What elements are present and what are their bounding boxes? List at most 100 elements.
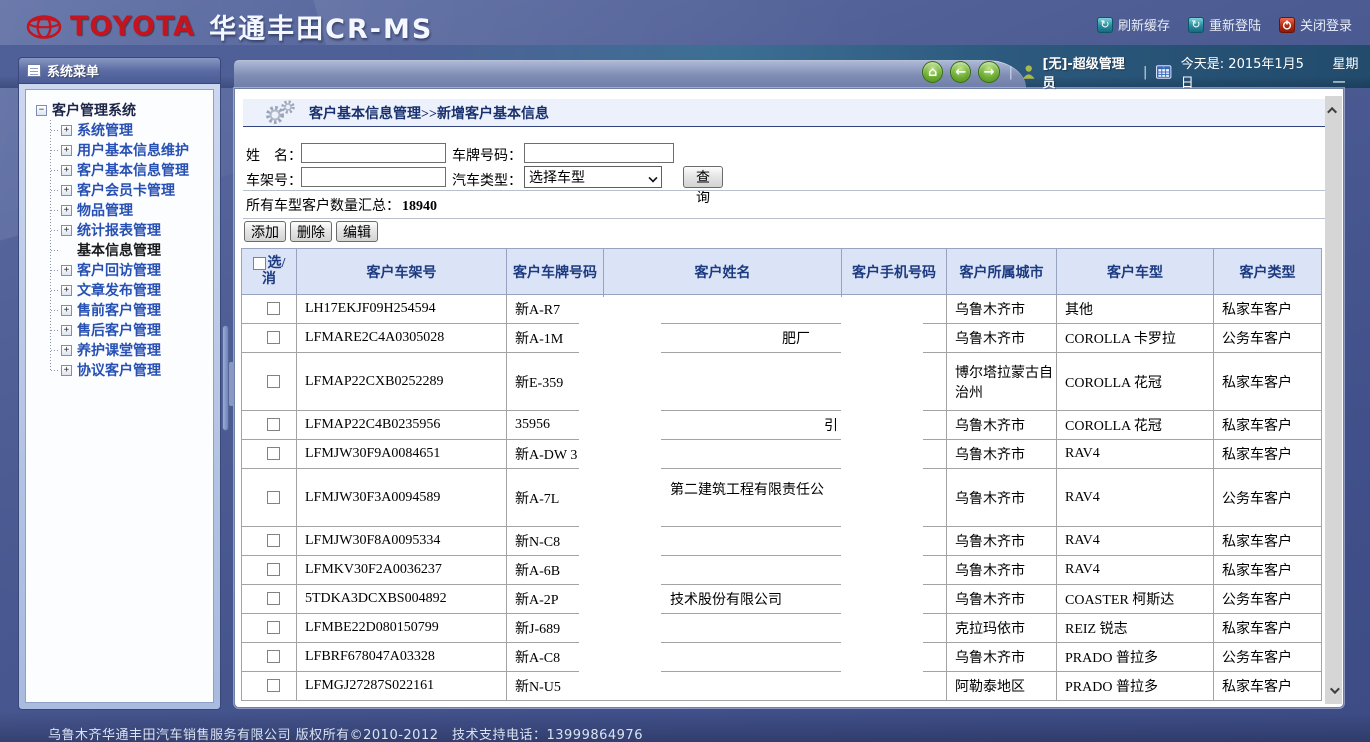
separator: | xyxy=(1009,65,1013,80)
sidebar-item-0[interactable]: +系统管理 xyxy=(45,120,209,140)
expand-icon[interactable]: + xyxy=(61,265,72,276)
type-cell: 公务车客户 xyxy=(1214,469,1322,527)
row-select-cell xyxy=(242,411,297,440)
sidebar-item-6[interactable]: 基本信息管理 xyxy=(45,240,209,260)
menu-root-customer-system[interactable]: − 客户管理系统 xyxy=(36,100,209,120)
sidebar-header: 系统菜单 xyxy=(18,57,221,84)
refresh-cache-button[interactable]: ↻ 刷新缓存 xyxy=(1097,15,1170,34)
row-checkbox[interactable] xyxy=(267,679,280,692)
sidebar-item-10[interactable]: +售后客户管理 xyxy=(45,320,209,340)
row-checkbox[interactable] xyxy=(267,491,280,504)
row-checkbox[interactable] xyxy=(267,563,280,576)
edit-button[interactable]: 编辑 xyxy=(336,221,378,242)
content-scrollbar[interactable] xyxy=(1325,96,1342,704)
row-select-cell xyxy=(242,643,297,672)
name-label: 姓 名： xyxy=(246,145,302,165)
expand-icon[interactable]: + xyxy=(61,345,72,356)
type-cell: 私家车客户 xyxy=(1214,527,1322,556)
menu-root-label: 客户管理系统 xyxy=(52,100,136,120)
forward-button[interactable]: → xyxy=(978,61,999,83)
plate-input[interactable] xyxy=(524,143,674,163)
sidebar-item-3[interactable]: +客户会员卡管理 xyxy=(45,180,209,200)
collapse-icon[interactable]: − xyxy=(36,105,47,116)
city-cell: 乌鲁木齐市 xyxy=(947,411,1057,440)
sidebar-scrollbar-thumb[interactable] xyxy=(222,325,229,431)
vin-input[interactable] xyxy=(301,167,446,187)
expand-icon[interactable]: + xyxy=(61,205,72,216)
menu-children: +系统管理+用户基本信息维护+客户基本信息管理+客户会员卡管理+物品管理+统计报… xyxy=(45,120,209,380)
content-panel: 客户基本信息管理>>新增客户基本信息 姓 名： 车牌号码： 车架号： 汽车类型：… xyxy=(234,88,1344,708)
menu-tree: − 客户管理系统 +系统管理+用户基本信息维护+客户基本信息管理+客户会员卡管理… xyxy=(36,100,209,380)
car-type-selected-value: 选择车型 xyxy=(529,167,585,187)
sidebar-item-12[interactable]: +协议客户管理 xyxy=(45,360,209,380)
forward-arrow-icon: → xyxy=(984,66,995,79)
relogin-button[interactable]: ↻ 重新登陆 xyxy=(1188,15,1261,34)
menu-tree-container: − 客户管理系统 +系统管理+用户基本信息维护+客户基本信息管理+客户会员卡管理… xyxy=(25,89,214,703)
model-cell: REIZ 锐志 xyxy=(1057,614,1214,643)
row-checkbox[interactable] xyxy=(267,534,280,547)
expand-icon[interactable]: + xyxy=(61,325,72,336)
sidebar-item-1[interactable]: +用户基本信息维护 xyxy=(45,140,209,160)
back-arrow-icon: ← xyxy=(955,66,966,79)
search-form: 姓 名： 车牌号码： 车架号： 汽车类型： 选择车型 查询 xyxy=(243,133,1328,191)
row-checkbox[interactable] xyxy=(267,592,280,605)
logout-button[interactable]: 关闭登录 xyxy=(1279,15,1352,34)
row-checkbox[interactable] xyxy=(267,331,280,344)
expand-icon[interactable]: + xyxy=(61,145,72,156)
back-button[interactable]: ← xyxy=(950,61,971,83)
expand-icon[interactable]: + xyxy=(61,285,72,296)
expand-icon[interactable]: + xyxy=(61,305,72,316)
type-cell: 私家车客户 xyxy=(1214,353,1322,411)
table-row: LFMARE2C4A0305028新A-1M：肥厂乌鲁木齐市COROLLA 卡罗… xyxy=(242,324,1322,353)
type-cell: 私家车客户 xyxy=(1214,295,1322,324)
row-checkbox[interactable] xyxy=(267,447,280,460)
home-icon: ⌂ xyxy=(928,66,937,79)
scroll-down-button[interactable] xyxy=(1325,678,1342,702)
vin-cell: LFMGJ27287S022161 xyxy=(297,672,507,701)
expand-icon[interactable]: + xyxy=(61,365,72,376)
header-actions: ↻ 刷新缓存 ↻ 重新登陆 关闭登录 xyxy=(1097,15,1352,34)
sidebar-item-7[interactable]: +客户回访管理 xyxy=(45,260,209,280)
row-select-cell xyxy=(242,556,297,585)
table-row: LFMJW30F3A0094589新A-7L第二建筑工程有限责任公司乌鲁木齐市R… xyxy=(242,469,1322,527)
panel-splitter-handle[interactable] xyxy=(229,362,234,406)
sidebar-item-8[interactable]: +文章发布管理 xyxy=(45,280,209,300)
customer-table: 选/消客户车架号客户车牌号码客户姓名客户手机号码客户所属城市客户车型客户类型 L… xyxy=(241,248,1322,701)
row-checkbox[interactable] xyxy=(267,650,280,663)
column-header: 客户所属城市 xyxy=(947,249,1057,295)
row-select-cell xyxy=(242,353,297,411)
sidebar-item-5[interactable]: + 统计报表管理 xyxy=(45,220,209,240)
scroll-up-button[interactable] xyxy=(1325,98,1342,122)
sidebar-item-11[interactable]: +养护课堂管理 xyxy=(45,340,209,360)
add-button[interactable]: 添加 xyxy=(244,221,286,242)
vin-cell: LFMKV30F2A0036237 xyxy=(297,556,507,585)
table-header-row: 选/消客户车架号客户车牌号码客户姓名客户手机号码客户所属城市客户车型客户类型 xyxy=(242,249,1322,295)
sidebar-item-9[interactable]: +售前客户管理 xyxy=(45,300,209,320)
table-row: 5TDKA3DCXBS004892新A-2P：技术股份有限公司乌鲁木齐市COAS… xyxy=(242,585,1322,614)
car-type-select[interactable]: 选择车型 xyxy=(524,166,662,188)
sidebar-item-2[interactable]: +客户基本信息管理 xyxy=(45,160,209,180)
table-row: LFMJW30F8A0095334新N-C8.乌鲁木齐市RAV4私家车客户 xyxy=(242,527,1322,556)
name-input[interactable] xyxy=(301,143,446,163)
content-tab[interactable] xyxy=(234,60,1026,88)
expand-icon[interactable]: + xyxy=(61,225,72,236)
expand-icon[interactable]: + xyxy=(61,165,72,176)
customer-table-wrap: 选/消客户车架号客户车牌号码客户姓名客户手机号码客户所属城市客户车型客户类型 L… xyxy=(241,248,1321,701)
select-all-checkbox[interactable] xyxy=(253,257,266,270)
row-checkbox[interactable] xyxy=(267,418,280,431)
query-button[interactable]: 查询 xyxy=(683,166,723,188)
name-fragment: 肥厂 xyxy=(782,328,810,348)
expand-icon[interactable]: + xyxy=(61,185,72,196)
footer-copyright: 乌鲁木齐华通丰田汽车销售服务有限公司 版权所有©2010-2012 技术支持电话… xyxy=(48,724,643,742)
expand-icon[interactable]: + xyxy=(61,125,72,136)
sidebar-item-4[interactable]: +物品管理 xyxy=(45,200,209,220)
model-cell: COROLLA 花冠 xyxy=(1057,353,1214,411)
redaction-overlay xyxy=(579,297,661,700)
sidebar-item-label: 统计报表管理 xyxy=(77,220,161,240)
row-checkbox[interactable] xyxy=(267,375,280,388)
column-header: 客户车牌号码 xyxy=(507,249,604,295)
delete-button[interactable]: 删除 xyxy=(290,221,332,242)
row-checkbox[interactable] xyxy=(267,302,280,315)
home-button[interactable]: ⌂ xyxy=(922,61,943,83)
row-checkbox[interactable] xyxy=(267,621,280,634)
